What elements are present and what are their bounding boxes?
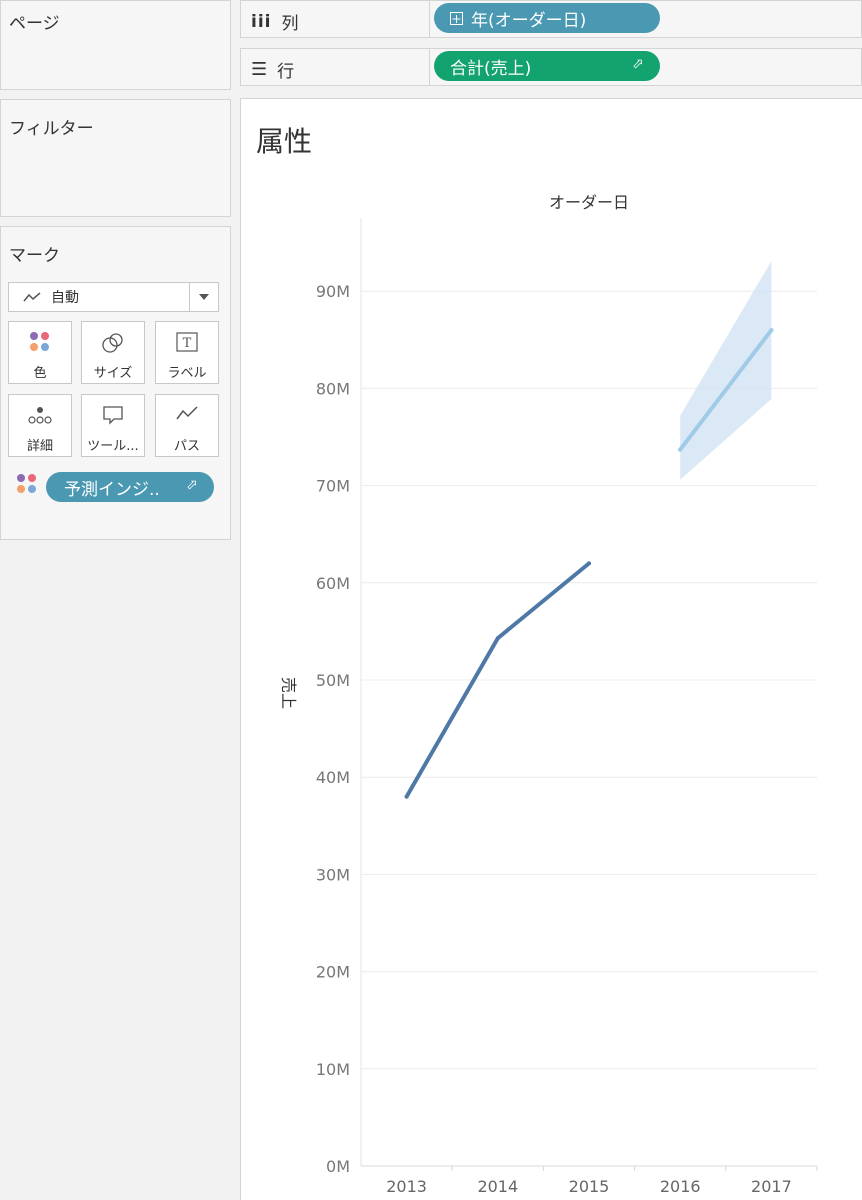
y-tick-label: 70M <box>316 477 350 496</box>
y-tick-label: 50M <box>316 671 350 690</box>
y-tick-label: 0M <box>326 1157 350 1176</box>
y-tick-label: 10M <box>316 1060 350 1079</box>
y-tick-label: 40M <box>316 768 350 787</box>
x-tick-label: 2013 <box>386 1177 427 1196</box>
data-point <box>587 561 591 566</box>
data-point <box>678 447 683 452</box>
y-tick-label: 20M <box>316 963 350 982</box>
x-tick-label: 2016 <box>660 1177 701 1196</box>
data-point <box>404 794 409 799</box>
data-point <box>769 328 774 333</box>
y-tick-label: 30M <box>316 865 350 884</box>
chart-title: オーダー日 <box>549 193 629 212</box>
y-tick-label: 90M <box>316 282 350 301</box>
y-tick-label: 60M <box>316 574 350 593</box>
forecast-band <box>680 261 772 480</box>
sales-forecast-chart: 0M 10M 20M 30M 40M 50M 60M 70M 80M 90M 2013 2014 201… <box>279 193 818 1196</box>
data-point <box>495 636 500 641</box>
x-tick-label: 2017 <box>751 1177 792 1196</box>
y-tick-label: 80M <box>316 379 350 398</box>
x-tick-label: 2014 <box>477 1177 518 1196</box>
x-tick-label: 2015 <box>569 1177 610 1196</box>
y-axis-label: 売上 <box>279 677 298 709</box>
